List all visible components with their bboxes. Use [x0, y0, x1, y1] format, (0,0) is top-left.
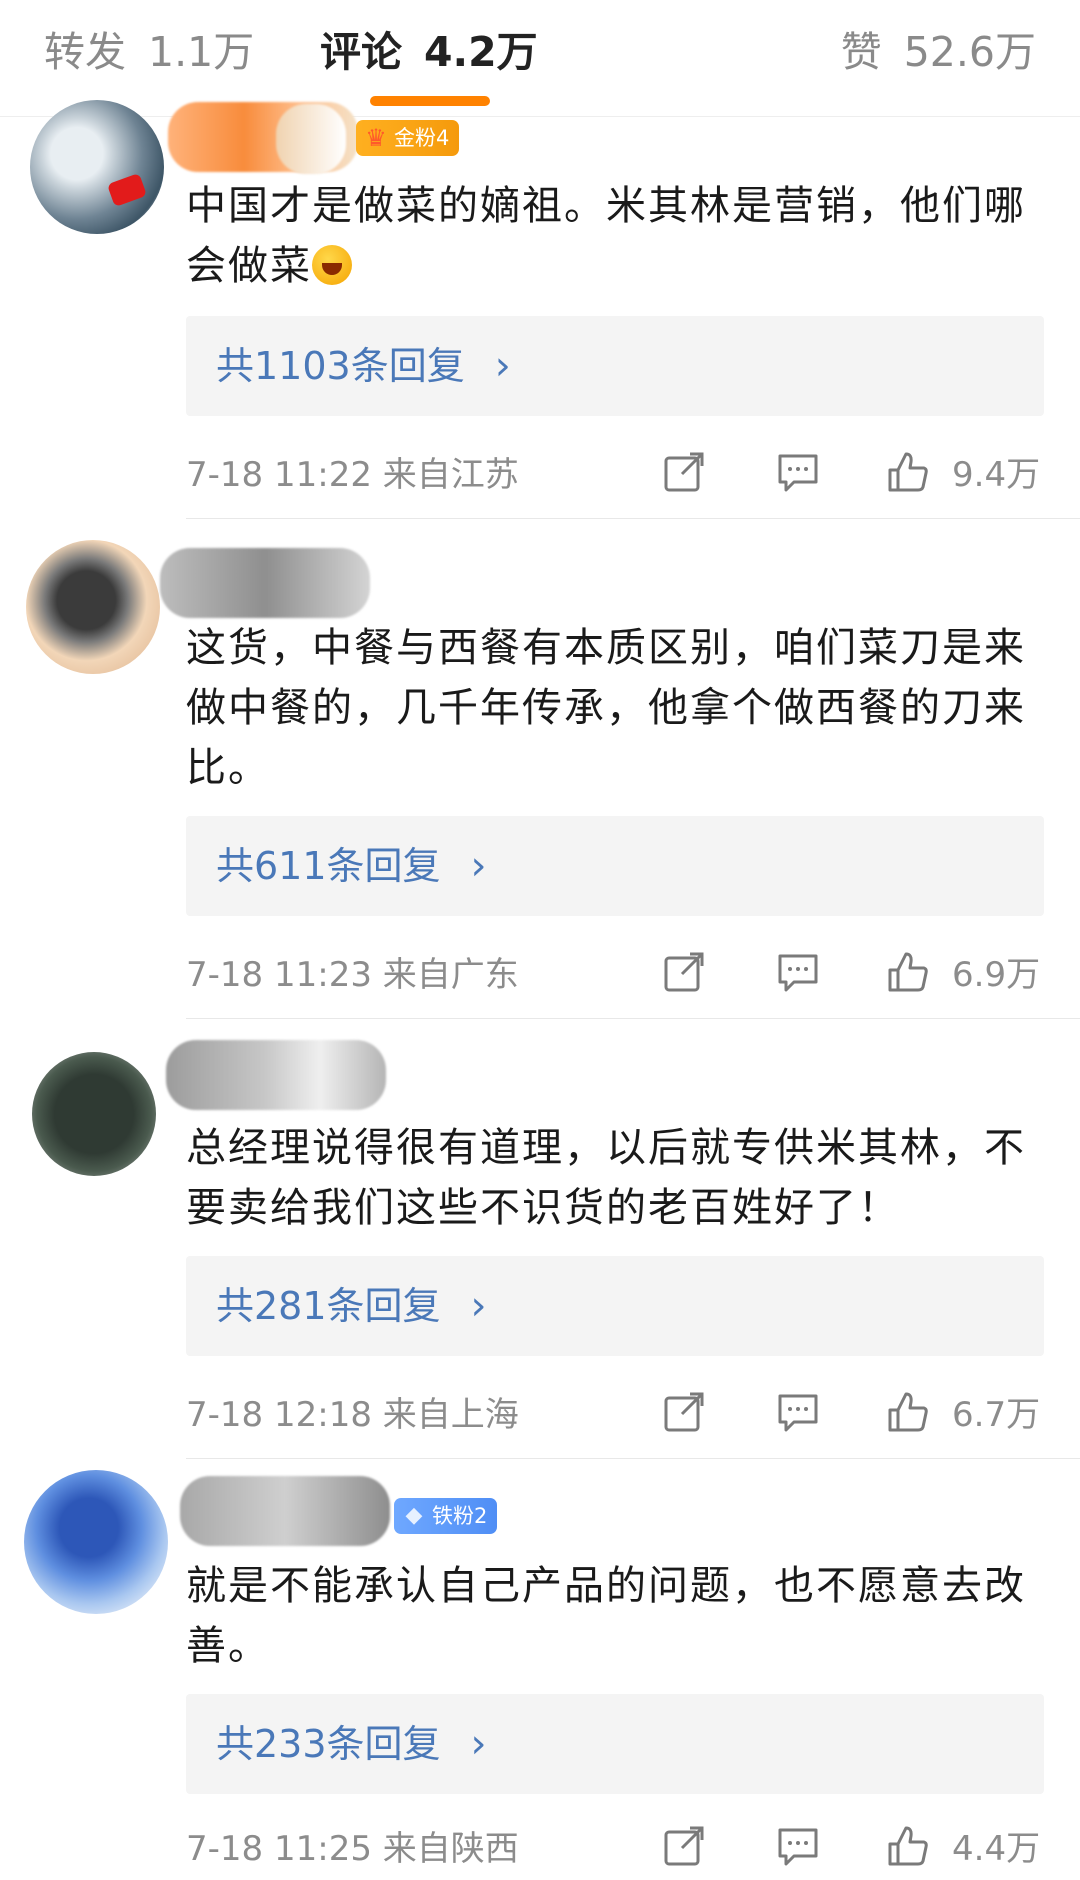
thumbs-up-icon[interactable]: [886, 450, 930, 494]
replies-count: 共611条回复: [216, 844, 441, 888]
replies-count: 共1103条回复: [216, 344, 465, 388]
share-icon[interactable]: [662, 1390, 706, 1434]
crown-icon: ♛: [365, 124, 387, 152]
comment-divider: [186, 1018, 1080, 1019]
like-count: 9.4万: [952, 455, 1041, 495]
chevron-right-icon: ›: [494, 343, 511, 389]
comment-icon[interactable]: [776, 1824, 820, 1868]
comment-icon[interactable]: [776, 450, 820, 494]
tab-comments-count: 4.2万: [424, 28, 538, 76]
comment-icon[interactable]: [776, 1390, 820, 1434]
tab-comments-label: 评论: [320, 28, 402, 76]
badge-label: 金粉4: [394, 126, 450, 150]
like-count: 6.7万: [952, 1395, 1041, 1435]
replies-box[interactable]: 共233条回复 ›: [186, 1694, 1044, 1794]
share-icon[interactable]: [662, 1824, 706, 1868]
comment-time: 7-18 11:23: [186, 955, 372, 995]
share-icon[interactable]: [662, 950, 706, 994]
replies-link[interactable]: 共1103条回复 ›: [216, 336, 511, 396]
comment-time: 7-18 12:18: [186, 1395, 372, 1435]
comment-location: 来自江苏: [382, 455, 519, 495]
comment-divider: [186, 518, 1080, 519]
comment-icon[interactable]: [776, 950, 820, 994]
replies-count: 共281条回复: [216, 1284, 441, 1328]
like-count: 6.9万: [952, 955, 1041, 995]
comment-time-location: 7-18 11:22 来自江苏: [186, 450, 519, 500]
replies-link[interactable]: 共233条回复 ›: [216, 1714, 487, 1774]
laughing-emoji-icon: [312, 245, 352, 285]
badge-label: 铁粉2: [432, 1504, 488, 1528]
chevron-right-icon: ›: [470, 843, 487, 889]
diamond-icon: ◆: [405, 1503, 423, 1528]
comment-location: 来自广东: [382, 955, 519, 995]
comment-body: 中国才是做菜的嫡祖。米其林是营销，他们哪会做菜: [186, 183, 1026, 289]
replies-box[interactable]: 共1103条回复 ›: [186, 316, 1044, 416]
replies-box[interactable]: 共281条回复 ›: [186, 1256, 1044, 1356]
tab-likes[interactable]: 赞 52.6万: [841, 22, 1036, 82]
tab-comments[interactable]: 评论 4.2万: [320, 22, 538, 82]
comment-divider: [186, 1458, 1080, 1459]
username-blurred[interactable]: [166, 1040, 386, 1110]
tab-repost-count: 1.1万: [148, 28, 255, 76]
username-blurred[interactable]: [160, 548, 370, 618]
comment-meta: 7-18 12:18 来自上海 6.7万: [186, 1384, 1046, 1444]
avatar[interactable]: [32, 1052, 156, 1176]
comment-text: 这货，中餐与西餐有本质区别，咱们菜刀是来做中餐的，几千年传承，他拿个做西餐的刀来…: [186, 618, 1046, 798]
comment-text: 就是不能承认自己产品的问题，也不愿意去改善。: [186, 1556, 1046, 1676]
tab-likes-label: 赞: [840, 28, 882, 76]
comment-text: 总经理说得很有道理，以后就专供米其林，不要卖给我们这些不识货的老百姓好了！: [186, 1118, 1046, 1238]
active-tab-indicator: [370, 96, 490, 106]
comment-tabs-bar: 转发 1.1万 评论 4.2万 赞 52.6万: [0, 0, 1080, 117]
comment-meta: 7-18 11:25 来自陕西 4.4万: [186, 1818, 1046, 1878]
comment-time-location: 7-18 12:18 来自上海: [186, 1390, 519, 1440]
chevron-right-icon: ›: [470, 1721, 487, 1767]
replies-link[interactable]: 共611条回复 ›: [216, 836, 487, 896]
thumbs-up-icon[interactable]: [886, 1390, 930, 1434]
avatar[interactable]: [24, 1470, 168, 1614]
thumbs-up-icon[interactable]: [886, 1824, 930, 1868]
comment-time-location: 7-18 11:25 来自陕西: [186, 1824, 519, 1874]
comment-body: 这货，中餐与西餐有本质区别，咱们菜刀是来做中餐的，几千年传承，他拿个做西餐的刀来…: [186, 625, 1026, 791]
comment-meta: 7-18 11:23 来自广东 6.9万: [186, 944, 1046, 1004]
fan-badge-gold[interactable]: ♛ 金粉4: [356, 120, 460, 156]
tab-repost-label: 转发: [44, 28, 126, 76]
tab-repost[interactable]: 转发 1.1万: [44, 22, 254, 82]
replies-box[interactable]: 共611条回复 ›: [186, 816, 1044, 916]
replies-link[interactable]: 共281条回复 ›: [216, 1276, 487, 1336]
username-blurred[interactable]: [180, 1476, 390, 1546]
comment-location: 来自上海: [382, 1395, 519, 1435]
avatar[interactable]: [26, 540, 160, 674]
comment-time: 7-18 11:22: [186, 455, 372, 495]
comment-body: 就是不能承认自己产品的问题，也不愿意去改善。: [186, 1563, 1026, 1669]
comment-text: 中国才是做菜的嫡祖。米其林是营销，他们哪会做菜: [186, 176, 1046, 296]
avatar[interactable]: [30, 100, 164, 234]
comment-location: 来自陕西: [382, 1829, 519, 1869]
replies-count: 共233条回复: [216, 1722, 441, 1766]
comment-body: 总经理说得很有道理，以后就专供米其林，不要卖给我们这些不识货的老百姓好了！: [186, 1125, 1026, 1231]
comment-time-location: 7-18 11:23 来自广东: [186, 950, 519, 1000]
chevron-right-icon: ›: [470, 1283, 487, 1329]
fan-badge-iron[interactable]: ◆ 铁粉2: [394, 1498, 498, 1534]
thumbs-up-icon[interactable]: [886, 950, 930, 994]
tab-likes-count: 52.6万: [903, 28, 1036, 76]
username-blurred-2[interactable]: [276, 104, 346, 174]
comment-time: 7-18 11:25: [186, 1829, 372, 1869]
comment-meta: 7-18 11:22 来自江苏 9.4万: [186, 444, 1046, 504]
like-count: 4.4万: [952, 1829, 1041, 1869]
share-icon[interactable]: [662, 450, 706, 494]
